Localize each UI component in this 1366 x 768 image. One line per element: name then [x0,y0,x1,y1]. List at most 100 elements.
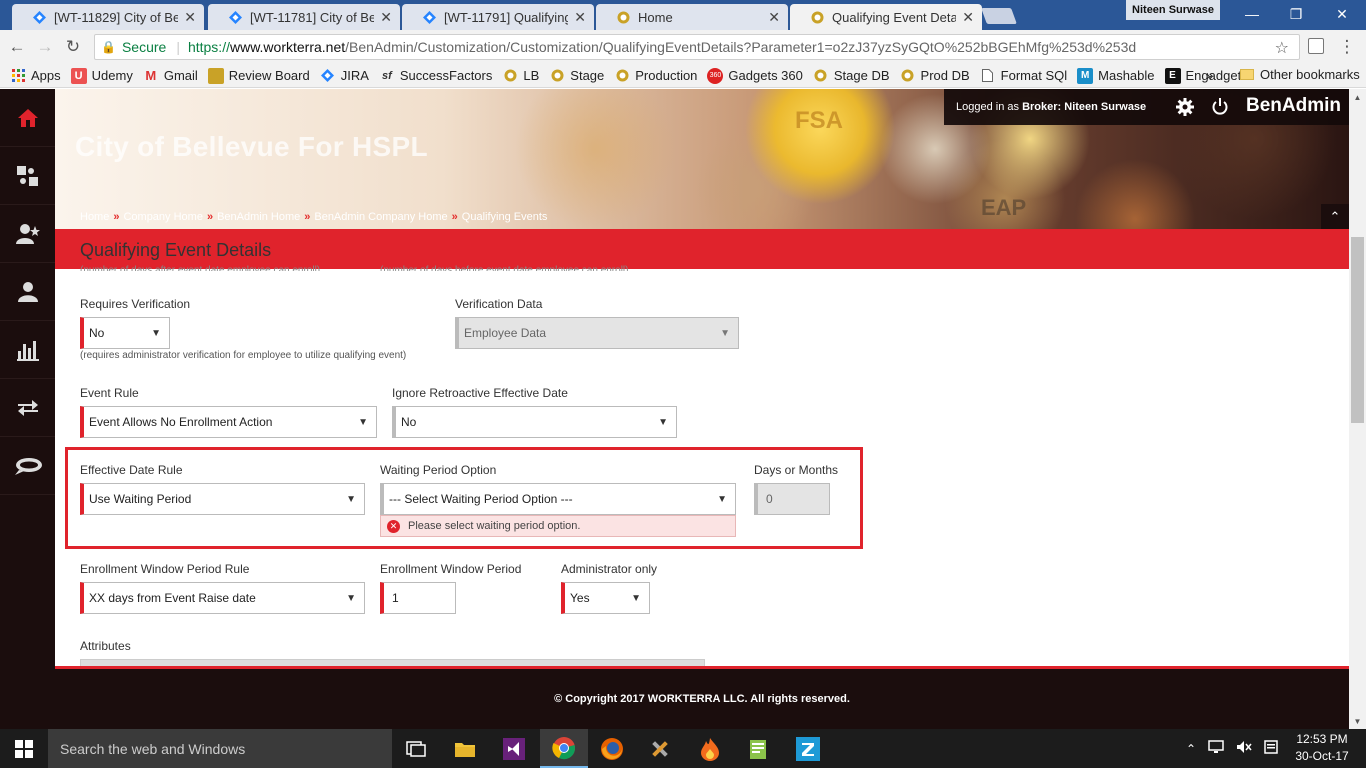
reload-icon[interactable]: ↻ [62,36,84,58]
action-center-icon[interactable] [1264,740,1278,757]
user-icon [17,281,38,302]
nav-employees[interactable] [0,263,55,321]
close-icon[interactable]: ✕ [574,9,586,26]
workterra-icon [810,10,824,24]
days-or-months-input[interactable]: 0 [754,483,830,515]
other-bookmarks-label: Other bookmarks [1260,67,1360,82]
tools-icon[interactable] [636,729,684,768]
bookmark-engadget[interactable]: E Engadget [1164,67,1241,84]
jira-icon [320,68,336,84]
enrollment-window-period-input[interactable]: 1 [380,582,456,614]
bookmark-jira[interactable]: JIRA [320,68,369,84]
file-explorer-icon[interactable] [441,729,489,768]
effective-date-rule-select[interactable]: Use Waiting Period ▼ [80,483,365,515]
url-bar[interactable]: 🔒 Secure | https:// www.workterra.net /B… [94,34,1300,60]
breadcrumb-company-home[interactable]: Company Home [123,211,202,223]
dropdown-arrow-icon: ▼ [658,417,668,428]
bookmark-lb[interactable]: LB [502,68,539,84]
maximize-icon[interactable]: ❐ [1284,4,1308,24]
copyright-text: © Copyright 2017 WORKTERRA LLC. All righ… [554,693,850,705]
scroll-up-icon[interactable]: ▲ [1349,89,1366,105]
requires-verification-select[interactable]: No ▼ [80,317,170,349]
administrator-only-select[interactable]: Yes ▼ [561,582,650,614]
event-rule-select[interactable]: Event Allows No Enrollment Action ▼ [80,406,377,438]
close-icon[interactable]: ✕ [768,9,780,26]
breadcrumb-benadmin-home[interactable]: BenAdmin Home [217,211,300,223]
menu-icon[interactable]: ⋮ [1336,36,1358,58]
nav-reports[interactable] [0,321,55,379]
ignore-retroactive-select[interactable]: No ▼ [392,406,677,438]
scroll-thumb[interactable] [1351,237,1364,423]
page-scrollbar[interactable]: ▲ ▼ [1349,89,1366,729]
breadcrumb-home[interactable]: Home [80,211,109,223]
bookmark-label: Gmail [163,68,198,83]
bookmark-production[interactable]: Production [614,68,697,84]
page-icon [980,68,996,84]
back-icon[interactable]: ← [6,36,28,58]
banner-eap-text: EAP [981,195,1027,220]
chrome-icon[interactable] [540,729,588,768]
flame-icon[interactable] [686,729,734,768]
minimize-icon[interactable]: — [1240,4,1264,24]
breadcrumb-qualifying-events[interactable]: Qualifying Events [462,211,548,223]
collapse-banner-button[interactable]: ⌃ [1321,204,1349,229]
nav-messages[interactable] [0,437,55,495]
nav-employee-featured[interactable] [0,205,55,263]
windows-start-button[interactable] [0,729,48,768]
workterra-icon [614,68,630,84]
nav-configuration[interactable] [0,147,55,205]
dropdown-arrow-icon: ▼ [346,593,356,604]
bookmark-star-icon[interactable]: ☆ [1275,38,1289,58]
close-icon[interactable]: ✕ [962,9,974,26]
nav-transfers[interactable] [0,379,55,437]
profile-name[interactable]: Niteen Surwase [1126,0,1220,20]
verification-data-select[interactable]: Employee Data ▼ [455,317,739,349]
forward-icon[interactable]: → [34,36,56,58]
power-icon[interactable] [1212,98,1228,119]
bookmark-format-sql[interactable]: Format SQl [980,68,1067,84]
taskbar-clock[interactable]: 12:53 PM 30-Oct-17 [1290,731,1354,766]
bookmark-apps[interactable]: Apps [10,68,61,84]
enrollment-window-rule-select[interactable]: XX days from Event Raise date ▼ [80,582,365,614]
new-tab-button[interactable] [981,8,1017,24]
browser-tab[interactable]: Home ✕ [596,4,788,30]
bookmark-gmail[interactable]: M Gmail [143,68,198,84]
volume-muted-icon[interactable] [1236,740,1252,757]
footer-left-fill [0,669,55,729]
zoho-icon[interactable] [784,729,832,768]
bookmark-mashable[interactable]: M Mashable [1077,67,1155,84]
waiting-period-option-select[interactable]: --- Select Waiting Period Option --- ▼ [380,483,736,515]
notepad-icon[interactable] [734,729,782,768]
browser-tab-active[interactable]: Qualifying Event Details ✕ [790,4,982,30]
bookmark-gadgets-360[interactable]: 360 Gadgets 360 [707,67,803,84]
taskbar-search[interactable]: Search the web and Windows [48,729,392,768]
gear-icon[interactable] [1176,98,1194,119]
scroll-down-icon[interactable]: ▼ [1349,713,1366,729]
extension-icon[interactable] [1308,38,1324,54]
bookmark-review-board[interactable]: Review Board [207,67,310,84]
firefox-icon[interactable] [588,729,636,768]
network-icon[interactable] [1208,740,1224,757]
bookmark-stage[interactable]: Stage [549,68,604,84]
browser-tab[interactable]: [WT-11829] City of Belle ✕ [12,4,204,30]
close-icon[interactable]: ✕ [380,9,392,26]
bookmark-label: Stage [570,68,605,83]
tray-expand-icon[interactable]: ⌃ [1186,742,1196,756]
bookmark-stage-db[interactable]: Stage DB [813,68,890,84]
nav-home[interactable] [0,89,55,147]
browser-tab[interactable]: [WT-11781] City of Belle ✕ [208,4,400,30]
ignore-retroactive-label: Ignore Retroactive Effective Date [392,386,568,400]
bookmark-prod-db[interactable]: Prod DB [900,68,970,84]
browser-tab[interactable]: [WT-11791] Qualifying E ✕ [402,4,594,30]
breadcrumb-benadmin-company-home[interactable]: BenAdmin Company Home [314,211,447,223]
bookmark-udemy[interactable]: U Udemy [70,67,133,84]
task-view-icon[interactable] [392,729,440,768]
visual-studio-icon[interactable] [490,729,538,768]
other-bookmarks-folder[interactable]: Other bookmarks [1240,67,1360,82]
dropdown-arrow-icon: ▼ [717,494,727,505]
close-icon[interactable]: ✕ [184,9,196,26]
bookmark-successfactors[interactable]: sf SuccessFactors [379,68,492,84]
bookmarks-overflow-icon[interactable]: » [1206,68,1213,83]
window-close-icon[interactable]: ✕ [1330,4,1354,24]
tab-title: [WT-11829] City of Belle [54,9,179,25]
